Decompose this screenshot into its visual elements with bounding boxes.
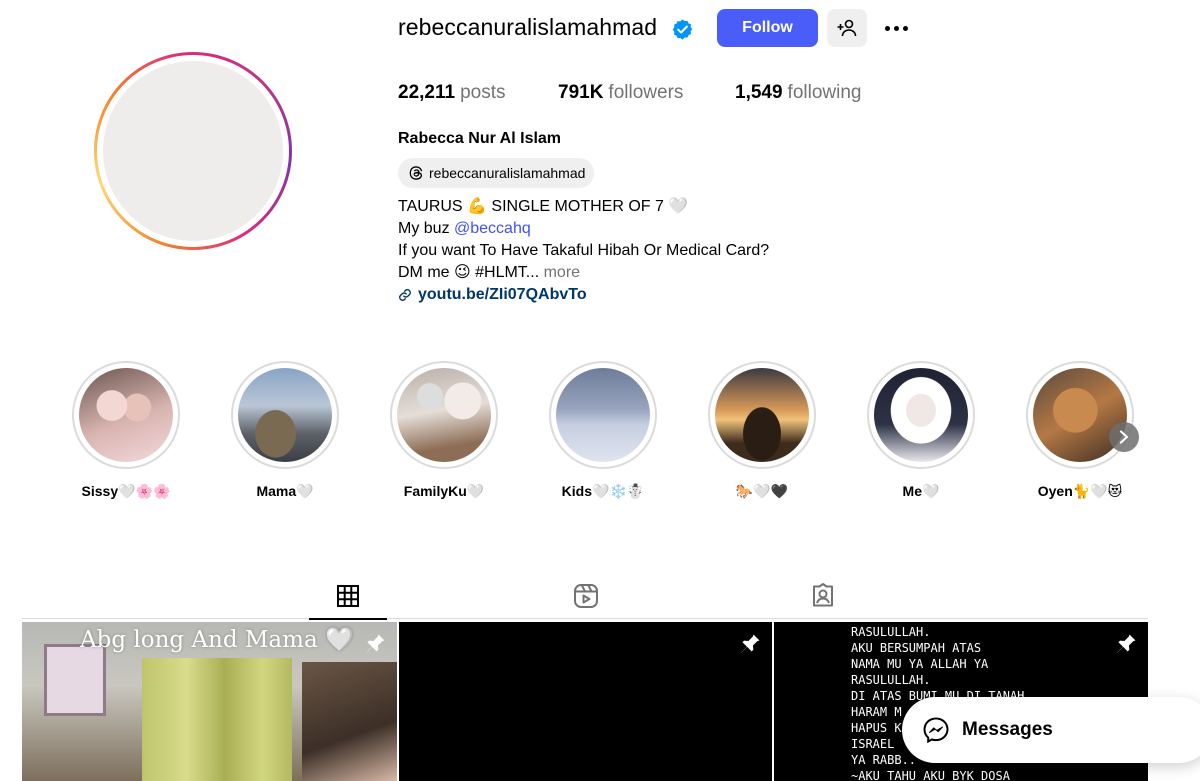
following-count-link[interactable]: 1,549 following xyxy=(735,82,861,104)
bio-line: My buz @beccahq xyxy=(398,218,769,240)
profile-avatar-story-ring[interactable] xyxy=(94,52,292,250)
followers-label: followers xyxy=(608,82,684,103)
messenger-icon xyxy=(923,717,949,744)
bio-line: If you want To Have Takaful Hibah Or Med… xyxy=(398,242,770,259)
pinned-icon xyxy=(740,634,760,653)
tab-posts[interactable] xyxy=(309,574,387,620)
highlight-ring xyxy=(708,361,816,469)
highlight-label: Mama🤍 xyxy=(256,483,314,499)
bio-line: TAURUS 💪 SINGLE MOTHER OF 7 🤍 xyxy=(398,198,689,215)
highlight-label: FamilyKu🤍 xyxy=(403,483,485,499)
pinned-icon xyxy=(365,634,385,653)
highlight-cover xyxy=(874,368,968,462)
story-highlight-horse[interactable]: 🐎🤍🖤 xyxy=(707,361,817,500)
threads-icon xyxy=(409,166,423,180)
highlight-label: 🐎🤍🖤 xyxy=(735,483,789,499)
more-options-button[interactable] xyxy=(880,14,912,42)
post-tile[interactable] xyxy=(399,622,772,781)
bio-more-button[interactable]: more xyxy=(544,264,580,281)
suggested-accounts-button[interactable] xyxy=(827,9,867,47)
following-count: 1,549 xyxy=(735,82,783,103)
highlight-label: Sissy🤍🌸🌸 xyxy=(81,483,171,499)
story-highlight-familyku[interactable]: FamilyKu🤍 xyxy=(389,361,499,500)
posts-label: posts xyxy=(460,82,506,103)
bio-text: My buz xyxy=(398,220,455,237)
post-text-line: RASULULLAH. xyxy=(851,673,931,687)
add-person-icon xyxy=(837,19,857,37)
profile-username: rebeccanuralislamahmad xyxy=(398,14,658,40)
post-text-line: NAMA MU YA ALLAH YA xyxy=(851,657,989,671)
highlight-ring xyxy=(231,361,339,469)
following-label: following xyxy=(787,82,862,103)
highlight-ring xyxy=(72,361,180,469)
post-text-line: AKU BERSUMPAH ATAS xyxy=(851,641,982,655)
threads-profile-link[interactable]: rebeccanuralislamahmad xyxy=(398,158,595,188)
tabs-divider xyxy=(22,618,1148,619)
reels-icon xyxy=(574,584,598,608)
highlight-cover xyxy=(79,368,173,462)
bio-mention-link[interactable]: @beccahq xyxy=(454,220,531,237)
dot xyxy=(893,25,899,31)
messages-label: Messages xyxy=(962,719,1053,740)
tab-tagged[interactable] xyxy=(784,574,862,618)
story-highlight-me[interactable]: Me🤍 xyxy=(866,361,976,500)
highlight-label: Me🤍 xyxy=(902,483,940,499)
highlights-next-button[interactable] xyxy=(1109,422,1139,452)
followers-count: 791K xyxy=(558,82,604,103)
post-caption-overlay: Abg long And Mama 🤍 xyxy=(80,627,354,653)
avatar-gap xyxy=(97,55,289,247)
bio-external-link[interactable]: youtu.be/ZIi07QAbvTo xyxy=(398,284,769,306)
posts-count-stat: 22,211 posts xyxy=(398,82,506,104)
highlight-cover xyxy=(556,368,650,462)
highlight-cover xyxy=(715,368,809,462)
profile-full-name: Rabecca Nur Al Islam xyxy=(398,130,562,147)
post-image-curtain xyxy=(142,658,292,781)
chevron-right-icon xyxy=(1119,430,1129,444)
bio-link-text: youtu.be/ZIi07QAbvTo xyxy=(418,286,587,303)
highlight-ring xyxy=(549,361,657,469)
messages-button[interactable]: Messages xyxy=(902,697,1200,763)
verified-badge-icon xyxy=(672,19,693,40)
link-icon xyxy=(399,289,411,301)
bio-line: DM me 😉 #HLMT... more xyxy=(398,262,769,284)
grid-icon xyxy=(337,585,359,607)
post-image-ceiling xyxy=(302,662,397,781)
bio-text: DM me 😉 #HLMT... xyxy=(398,264,540,281)
highlight-label: Kids🤍❄️☃️ xyxy=(561,483,645,499)
post-text-line: ~AKU TAHU AKU BYK DOSA xyxy=(851,769,1010,781)
highlight-cover xyxy=(238,368,332,462)
tab-reels[interactable] xyxy=(547,574,625,618)
highlight-ring xyxy=(1026,361,1134,469)
post-tile[interactable]: Abg long And Mama 🤍 xyxy=(22,622,397,781)
pinned-icon xyxy=(1116,634,1136,653)
story-highlight-kids[interactable]: Kids🤍❄️☃️ xyxy=(548,361,658,500)
followers-count-link[interactable]: 791K followers xyxy=(558,82,683,104)
follow-button[interactable]: Follow xyxy=(717,9,818,47)
threads-handle: rebeccanuralislamahmad xyxy=(429,165,586,181)
highlight-cover xyxy=(397,368,491,462)
highlight-label: Oyen🐈🤍😻 xyxy=(1037,483,1123,499)
posts-count: 22,211 xyxy=(398,82,456,103)
story-highlight-sissy[interactable]: Sissy🤍🌸🌸 xyxy=(71,361,181,500)
tagged-icon xyxy=(813,583,833,607)
dot xyxy=(884,25,890,31)
highlight-ring xyxy=(867,361,975,469)
avatar[interactable] xyxy=(103,61,283,241)
post-image-window xyxy=(44,644,106,716)
dot xyxy=(902,25,908,31)
story-highlight-mama[interactable]: Mama🤍 xyxy=(230,361,340,500)
profile-bio: TAURUS 💪 SINGLE MOTHER OF 7 🤍 My buz @be… xyxy=(398,196,769,306)
highlight-ring xyxy=(390,361,498,469)
post-text-line: RASULULLAH. xyxy=(851,625,931,639)
